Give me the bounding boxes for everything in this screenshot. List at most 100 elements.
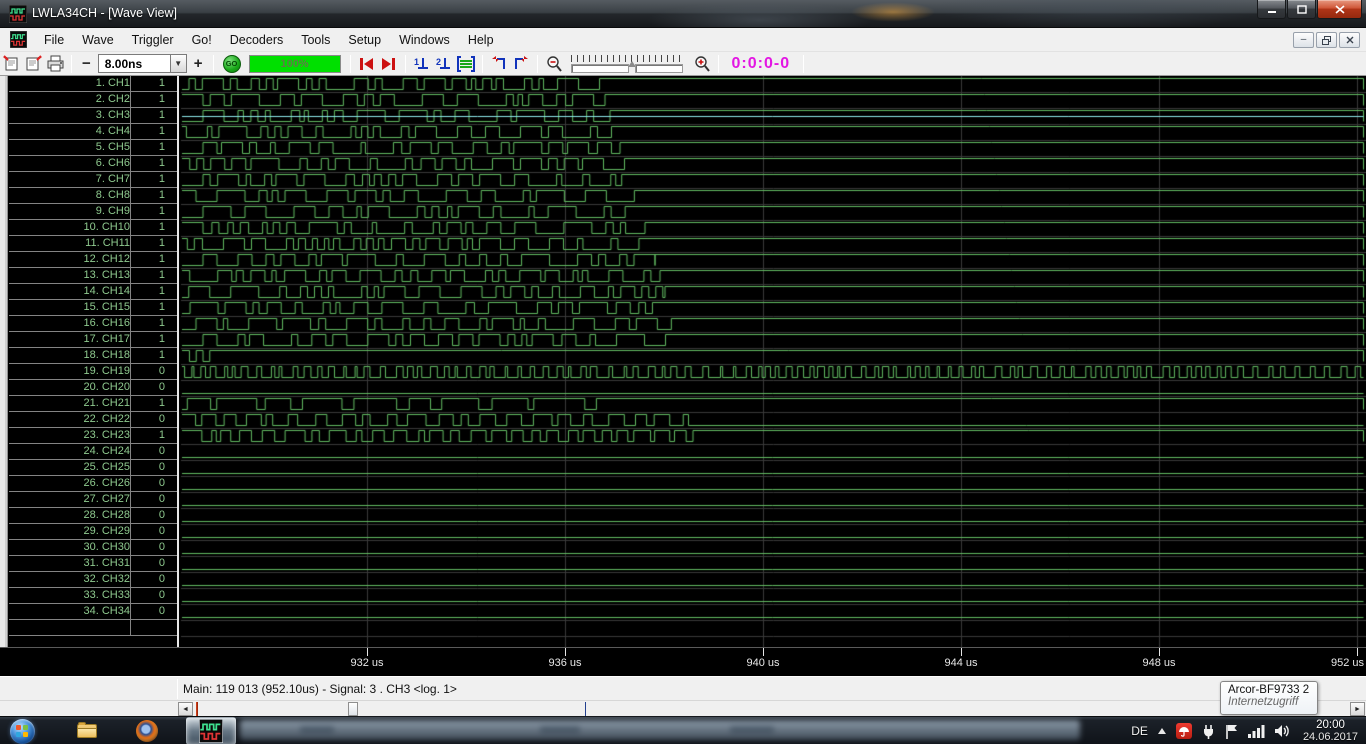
channel-row-29[interactable]: 29. CH290: [9, 524, 177, 540]
channel-value: 1: [130, 172, 177, 187]
menu-item-triggler[interactable]: Triggler: [123, 30, 183, 50]
waveform-canvas[interactable]: [179, 76, 1366, 648]
menu-item-go[interactable]: Go!: [183, 30, 221, 50]
lwla-taskbar-button[interactable]: [186, 717, 236, 744]
import-file-button[interactable]: [0, 54, 22, 74]
channel-row-2[interactable]: 2. CH21: [9, 92, 177, 108]
channel-row-7[interactable]: 7. CH71: [9, 172, 177, 188]
channel-row-12[interactable]: 12. CH121: [9, 252, 177, 268]
jump-to-start-button[interactable]: [356, 54, 378, 74]
show-hidden-icons-button[interactable]: [1157, 727, 1167, 735]
channel-row-11[interactable]: 11. CH111: [9, 236, 177, 252]
avira-antivirus-icon[interactable]: [1176, 723, 1192, 739]
menu-item-tools[interactable]: Tools: [292, 30, 339, 50]
timebase-value[interactable]: 8.00ns: [98, 54, 170, 73]
menu-item-decoders[interactable]: Decoders: [221, 30, 293, 50]
menu-item-file[interactable]: File: [35, 30, 73, 50]
channel-row-33[interactable]: 33. CH330: [9, 588, 177, 604]
explorer-taskbar-icon[interactable]: [72, 720, 102, 742]
taskbar-glare-smudge: [300, 726, 334, 733]
channel-row-13[interactable]: 13. CH131: [9, 268, 177, 284]
channel-row-30[interactable]: 30. CH300: [9, 540, 177, 556]
channel-row-4[interactable]: 4. CH41: [9, 124, 177, 140]
channel-row-9[interactable]: 9. CH91: [9, 204, 177, 220]
power-plug-icon[interactable]: [1201, 724, 1216, 739]
channel-row-31[interactable]: 31. CH310: [9, 556, 177, 572]
channel-row-16[interactable]: 16. CH161: [9, 316, 177, 332]
channel-value: 1: [130, 268, 177, 283]
zoom-out-timebase-button[interactable]: −: [77, 55, 96, 72]
channel-value: 0: [130, 476, 177, 491]
timebase-combobox[interactable]: 8.00ns ▼: [98, 54, 187, 73]
scrollbar-thumb[interactable]: [348, 702, 358, 716]
channel-row-22[interactable]: 22. CH220: [9, 412, 177, 428]
zoom-out-button[interactable]: [543, 54, 565, 74]
mdi-close-button[interactable]: [1339, 32, 1360, 48]
channel-row-24[interactable]: 24. CH240: [9, 444, 177, 460]
channel-label: 15. CH15: [9, 300, 130, 315]
horizontal-scrollbar[interactable]: ◄ ►: [0, 700, 1366, 716]
zoom-to-cursors-button[interactable]: [455, 54, 477, 74]
channel-row-8[interactable]: 8. CH81: [9, 188, 177, 204]
mdi-restore-button[interactable]: [1316, 32, 1337, 48]
menu-item-wave[interactable]: Wave: [73, 30, 123, 50]
cursor-2-button[interactable]: 2: [433, 54, 455, 74]
maximize-button[interactable]: [1287, 0, 1316, 19]
channel-row-27[interactable]: 27. CH270: [9, 492, 177, 508]
timebase-dropdown-arrow-icon[interactable]: ▼: [170, 54, 187, 73]
channel-label: 26. CH26: [9, 476, 130, 491]
channel-list-panel: 1. CH112. CH213. CH314. CH415. CH516. CH…: [9, 76, 177, 647]
scroll-left-button[interactable]: ◄: [178, 702, 193, 716]
zoom-slider-track-right[interactable]: [635, 64, 683, 73]
channel-row-23[interactable]: 23. CH231: [9, 428, 177, 444]
toolbar-separator: [350, 55, 351, 73]
channel-row-32[interactable]: 32. CH320: [9, 572, 177, 588]
language-indicator[interactable]: DE: [1131, 724, 1148, 738]
menu-item-help[interactable]: Help: [459, 30, 503, 50]
print-button[interactable]: [44, 54, 66, 74]
jump-to-end-button[interactable]: [378, 54, 400, 74]
channel-row-19[interactable]: 19. CH190: [9, 364, 177, 380]
go-button[interactable]: GO: [223, 55, 241, 73]
toolbar-separator: [405, 55, 406, 73]
channel-row-1[interactable]: 1. CH11: [9, 76, 177, 92]
export-file-button[interactable]: [22, 54, 44, 74]
volume-icon[interactable]: [1274, 724, 1290, 738]
channel-row-26[interactable]: 26. CH260: [9, 476, 177, 492]
channel-row-6[interactable]: 6. CH61: [9, 156, 177, 172]
channel-row-25[interactable]: 25. CH250: [9, 460, 177, 476]
previous-edge-button[interactable]: [488, 54, 510, 74]
minimize-button[interactable]: [1257, 0, 1286, 19]
network-signal-icon[interactable]: [1248, 724, 1265, 738]
lwla-app-icon: [199, 719, 223, 743]
channel-row-18[interactable]: 18. CH181: [9, 348, 177, 364]
time-axis: 932 us936 us940 us944 us948 us952 us: [0, 648, 1366, 676]
zoom-slider[interactable]: [569, 54, 687, 74]
cursor-1-button[interactable]: 1: [411, 54, 433, 74]
zoom-in-timebase-button[interactable]: +: [189, 55, 208, 72]
toolbar-separator: [537, 55, 538, 73]
next-edge-button[interactable]: [510, 54, 532, 74]
firefox-taskbar-icon[interactable]: [132, 720, 162, 742]
channel-row-21[interactable]: 21. CH211: [9, 396, 177, 412]
action-center-flag-icon[interactable]: [1225, 724, 1239, 739]
channel-row-5[interactable]: 5. CH51: [9, 140, 177, 156]
zoom-slider-track-left[interactable]: [571, 64, 629, 73]
channel-label: 13. CH13: [9, 268, 130, 283]
channel-row-20[interactable]: 20. CH200: [9, 380, 177, 396]
channel-row-34[interactable]: 34. CH340: [9, 604, 177, 620]
channel-row-15[interactable]: 15. CH151: [9, 300, 177, 316]
close-button[interactable]: [1317, 0, 1362, 19]
channel-row-17[interactable]: 17. CH171: [9, 332, 177, 348]
channel-row-10[interactable]: 10. CH101: [9, 220, 177, 236]
mdi-minimize-button[interactable]: –: [1293, 32, 1314, 48]
start-button[interactable]: [10, 719, 35, 744]
channel-row-28[interactable]: 28. CH280: [9, 508, 177, 524]
zoom-in-button[interactable]: [691, 54, 713, 74]
menu-item-windows[interactable]: Windows: [390, 30, 459, 50]
scroll-right-button[interactable]: ►: [1350, 702, 1365, 716]
menu-item-setup[interactable]: Setup: [339, 30, 390, 50]
channel-row-14[interactable]: 14. CH141: [9, 284, 177, 300]
channel-row-3[interactable]: 3. CH31: [9, 108, 177, 124]
clock[interactable]: 20:00 24.06.2017: [1303, 719, 1358, 743]
